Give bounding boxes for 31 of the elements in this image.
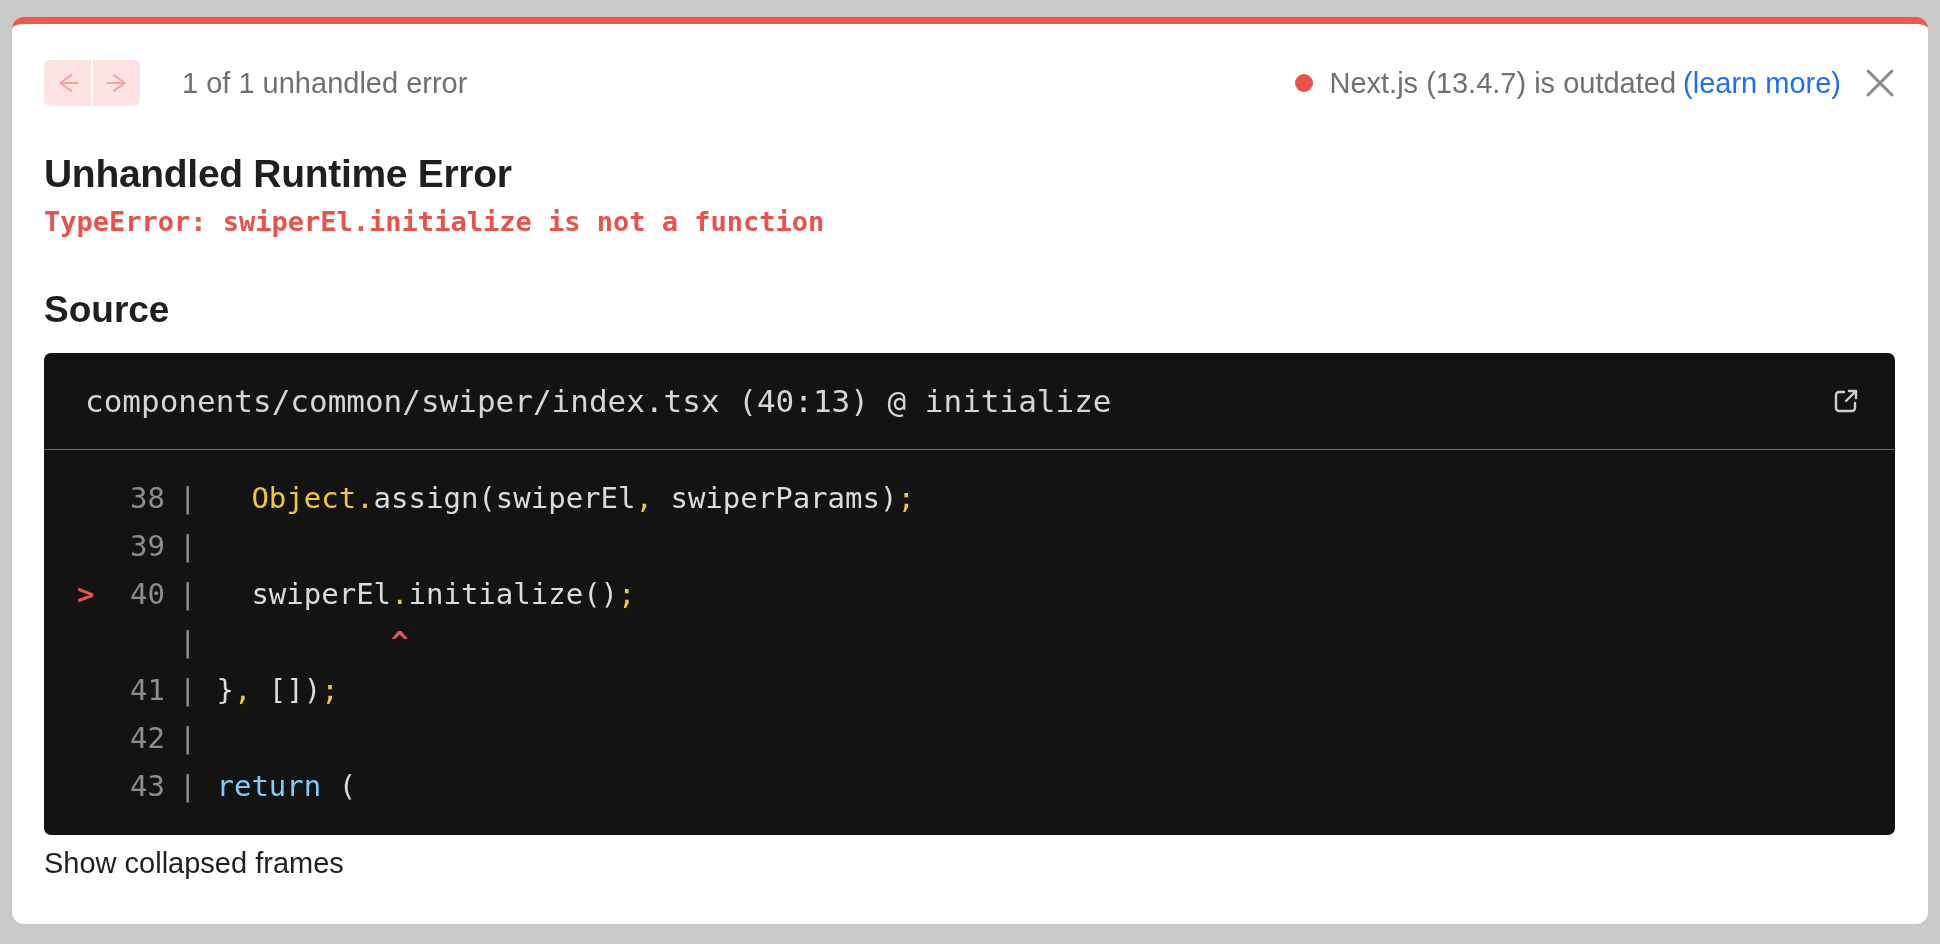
gutter-separator: | xyxy=(179,769,197,803)
learn-more-link[interactable]: (learn more) xyxy=(1683,66,1841,100)
error-counter: 1 of 1 unhandled error xyxy=(182,66,468,100)
version-notice: Next.js (13.4.7) is outdated xyxy=(1329,66,1677,100)
code-line: }, []); xyxy=(216,673,339,707)
error-line-marker: > xyxy=(77,577,95,611)
left-arrow-icon xyxy=(56,72,79,94)
error-message: TypeError: swiperEl.initialize is not a function xyxy=(44,206,826,237)
gutter-separator: | xyxy=(179,625,197,659)
line-number: 39 xyxy=(130,529,165,563)
code-line: Object.assign(swiperEl, swiperParams); xyxy=(251,481,915,515)
code-line: swiperEl.initialize(); xyxy=(251,577,636,611)
line-number: 43 xyxy=(130,769,165,803)
error-caret: ^ xyxy=(391,625,409,659)
section-heading: Source xyxy=(44,289,171,331)
close-icon[interactable] xyxy=(1865,68,1895,98)
right-arrow-icon xyxy=(105,72,128,94)
show-frames-link[interactable]: Show collapsed frames xyxy=(44,847,1895,880)
external-link-icon[interactable] xyxy=(1833,388,1859,414)
file-location: components/common/swiper/index.tsx (40:13) @ initialize xyxy=(85,383,1112,419)
error-title: Unhandled Runtime Error xyxy=(44,152,513,196)
gutter-separator: | xyxy=(179,529,197,563)
gutter-separator: | xyxy=(179,721,197,755)
line-number: 38 xyxy=(130,481,165,515)
gutter-separator: | xyxy=(179,673,197,707)
code-line: return ( xyxy=(216,769,357,803)
gutter-separator: | xyxy=(179,481,197,515)
line-number: 40 xyxy=(130,577,165,611)
line-number: 41 xyxy=(130,673,165,707)
line-number: 42 xyxy=(130,721,165,755)
gutter-separator: | xyxy=(179,577,197,611)
